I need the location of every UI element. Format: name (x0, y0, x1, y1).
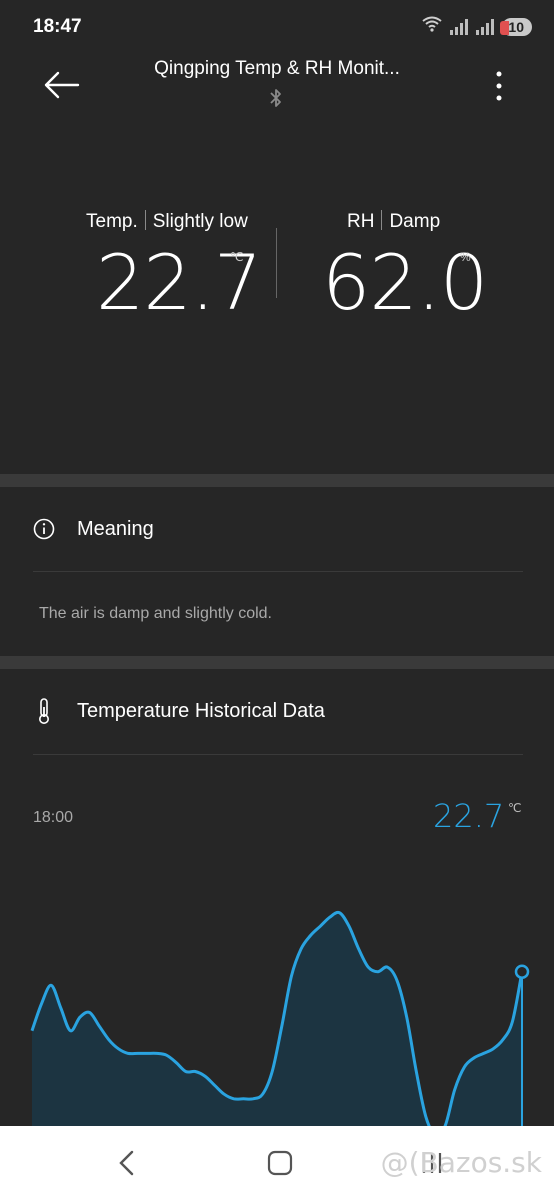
chart-area (32, 912, 522, 1126)
rh-label: RH Damp (347, 210, 440, 233)
meaning-title: Meaning (77, 517, 154, 540)
divider-line (33, 754, 523, 755)
history-header[interactable]: Temperature Historical Data (0, 669, 554, 753)
temp-label: Temp. Slightly low (86, 210, 248, 233)
selected-value: 22.7 (433, 797, 505, 835)
nav-home-button[interactable] (260, 1148, 300, 1178)
signal-icon-2 (476, 18, 495, 35)
nav-back-button[interactable] (108, 1148, 148, 1178)
app-header: Qingping Temp & RH Monit... (0, 52, 554, 124)
selected-unit: ℃ (508, 801, 522, 815)
status-time: 18:47 (33, 16, 82, 37)
chart-selected-point[interactable] (514, 964, 530, 979)
readings-panel: Temp. Slightly low 22.7 ℃ RH Damp 62.0 % (0, 190, 554, 340)
back-button[interactable] (38, 66, 84, 104)
reading-divider (276, 228, 277, 298)
history-title: Temperature Historical Data (77, 699, 325, 722)
watermark-logo: @(Bazos.sk (380, 1146, 542, 1179)
more-options-button[interactable] (484, 66, 514, 106)
meaning-header[interactable]: Meaning (0, 487, 554, 571)
rh-label-text: RH (347, 211, 375, 232)
signal-icon-1 (450, 18, 469, 35)
rh-unit: % (460, 250, 471, 264)
info-icon (33, 518, 55, 540)
bluetooth-icon (270, 89, 281, 107)
status-icons: 10 (422, 16, 532, 37)
temp-label-text: Temp. (86, 211, 138, 232)
status-bar: 18:47 10 (0, 0, 554, 52)
system-nav-bar: @(Bazos.sk (0, 1126, 554, 1200)
label-separator (381, 210, 383, 230)
wifi-icon (422, 16, 443, 37)
battery-icon: 10 (500, 17, 532, 36)
page-title: Qingping Temp & RH Monit... (154, 58, 400, 79)
more-vertical-icon (496, 71, 502, 101)
selected-time: 18:00 (33, 809, 74, 826)
label-separator (144, 210, 146, 230)
meaning-text: The air is damp and slightly cold. (39, 605, 272, 622)
chevron-left-icon (119, 1150, 134, 1176)
meaning-card: Meaning The air is damp and slightly col… (0, 487, 554, 656)
home-square-icon (267, 1150, 293, 1176)
section-divider (0, 656, 554, 669)
divider-line (33, 571, 523, 572)
temperature-chart[interactable] (0, 880, 554, 1126)
temp-unit: ℃ (230, 250, 244, 264)
thermometer-icon (39, 698, 49, 724)
arrow-left-icon (44, 71, 80, 99)
temp-state: Slightly low (152, 211, 248, 232)
battery-level: 10 (508, 18, 524, 35)
section-divider (0, 474, 554, 487)
rh-state: Damp (389, 211, 441, 232)
